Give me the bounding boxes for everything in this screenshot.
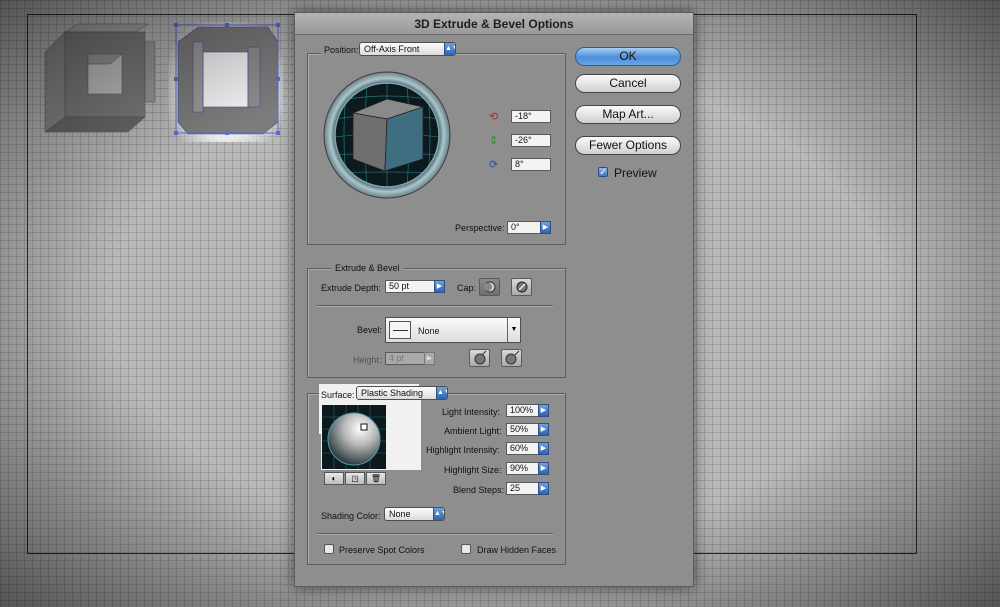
dialog-title: 3D Extrude & Bevel Options <box>295 13 693 35</box>
fewer-options-button[interactable]: Fewer Options <box>575 136 681 155</box>
rotate-z-field[interactable]: 8° <box>511 158 551 171</box>
extrude-depth-label: Extrude Depth: <box>321 283 382 293</box>
position-select-value: Off-Axis Front <box>364 44 420 54</box>
selection-bounding-box <box>174 23 280 135</box>
cap-on-icon <box>484 281 496 293</box>
select-arrow-icon: ▲▼ <box>444 43 455 55</box>
ok-button[interactable]: OK <box>575 47 681 66</box>
select-arrow-icon: ▲▼ <box>436 387 447 399</box>
rotate-y-field[interactable]: -26° <box>511 134 551 147</box>
surface-select[interactable]: Plastic Shading ▲▼ <box>356 386 448 400</box>
perspective-stepper[interactable]: ▶ <box>540 221 551 234</box>
delete-light-button[interactable]: 🗑 <box>366 472 386 485</box>
preview-checkbox[interactable]: ✓ <box>598 167 608 177</box>
rotate-x-icon: ⟲ <box>489 111 499 123</box>
ambient-light-label: Ambient Light: <box>444 426 502 436</box>
height-label: Height: <box>353 355 382 365</box>
cap-on-button[interactable] <box>479 278 500 296</box>
surface-separator <box>317 533 553 534</box>
move-light-back-button[interactable]: ◐ <box>324 472 344 485</box>
bevel-extent-out-button[interactable] <box>469 349 490 367</box>
preserve-spot-colors-label[interactable]: Preserve Spot Colors <box>339 545 425 555</box>
light-intensity-label: Light Intensity: <box>442 407 501 417</box>
perspective-label: Perspective: <box>455 223 505 233</box>
rotation-trackball[interactable] <box>323 71 451 199</box>
ambient-light-stepper[interactable]: ▶ <box>538 423 549 436</box>
bevel-select-value: None <box>418 326 440 336</box>
draw-hidden-faces-checkbox[interactable] <box>461 544 471 554</box>
position-label: Position: <box>321 45 362 55</box>
highlight-intensity-label: Highlight Intensity: <box>426 445 500 455</box>
cube-preview <box>351 98 425 172</box>
highlight-intensity-field[interactable]: 60% <box>506 442 539 455</box>
extrude-separator <box>317 305 553 306</box>
dropdown-arrow-icon: ▼ <box>507 318 520 342</box>
height-stepper[interactable]: ▶ <box>424 352 435 365</box>
light-intensity-stepper[interactable]: ▶ <box>538 404 549 417</box>
bevel-in-icon <box>505 350 520 365</box>
select-arrow-icon: ▲▼ <box>433 508 444 520</box>
perspective-field[interactable]: 0° <box>507 221 541 234</box>
map-art-button[interactable]: Map Art... <box>575 105 681 124</box>
rotate-y-icon: ⇕ <box>489 135 499 147</box>
height-field[interactable]: 4 pt <box>385 352 425 365</box>
shading-color-label: Shading Color: <box>321 511 381 521</box>
preserve-spot-colors-checkbox[interactable] <box>324 544 334 554</box>
surface-select-value: Plastic Shading <box>361 388 424 398</box>
selected-ring-object[interactable] <box>168 22 283 142</box>
shading-color-value: None <box>389 509 411 519</box>
shading-color-select[interactable]: None ▲▼ <box>384 507 445 521</box>
extrude-depth-stepper[interactable]: ▶ <box>434 280 445 293</box>
blend-steps-label: Blend Steps: <box>453 485 505 495</box>
bevel-swatch <box>389 321 411 339</box>
draw-hidden-faces-label[interactable]: Draw Hidden Faces <box>477 545 556 555</box>
ambient-light-field[interactable]: 50% <box>506 423 539 436</box>
preview-label[interactable]: Preview <box>614 166 657 180</box>
surface-label: Surface: <box>321 390 355 400</box>
cap-off-icon <box>516 281 528 293</box>
blend-steps-field[interactable]: 25 <box>506 482 539 495</box>
cap-label: Cap: <box>457 283 477 293</box>
highlight-intensity-stepper[interactable]: ▶ <box>538 442 549 455</box>
new-light-button[interactable]: ◳ <box>345 472 365 485</box>
light-intensity-field[interactable]: 100% <box>506 404 539 417</box>
bevel-select[interactable]: None ▼ <box>385 317 521 343</box>
rotate-x-field[interactable]: -18° <box>511 110 551 123</box>
highlight-size-label: Highlight Size: <box>444 465 502 475</box>
position-select[interactable]: Off-Axis Front ▲▼ <box>359 42 456 56</box>
highlight-size-stepper[interactable]: ▶ <box>538 462 549 475</box>
cancel-button[interactable]: Cancel <box>575 74 681 93</box>
blend-steps-stepper[interactable]: ▶ <box>538 482 549 495</box>
lighting-sphere-preview[interactable] <box>322 405 386 469</box>
extruded-ring-object-gray[interactable] <box>40 22 165 134</box>
extrude-bevel-dialog: 3D Extrude & Bevel Options Position: Off… <box>294 12 694 587</box>
bevel-out-icon <box>474 350 487 365</box>
rotate-z-icon: ⟳ <box>489 159 499 171</box>
bevel-label: Bevel: <box>357 325 383 335</box>
extrude-depth-field[interactable]: 50 pt <box>385 280 435 293</box>
bevel-extent-in-button[interactable] <box>501 349 522 367</box>
highlight-size-field[interactable]: 90% <box>506 462 539 475</box>
extrude-bevel-legend: Extrude & Bevel <box>331 263 404 273</box>
light-source-handle <box>360 423 368 431</box>
cap-off-button[interactable] <box>511 278 532 296</box>
